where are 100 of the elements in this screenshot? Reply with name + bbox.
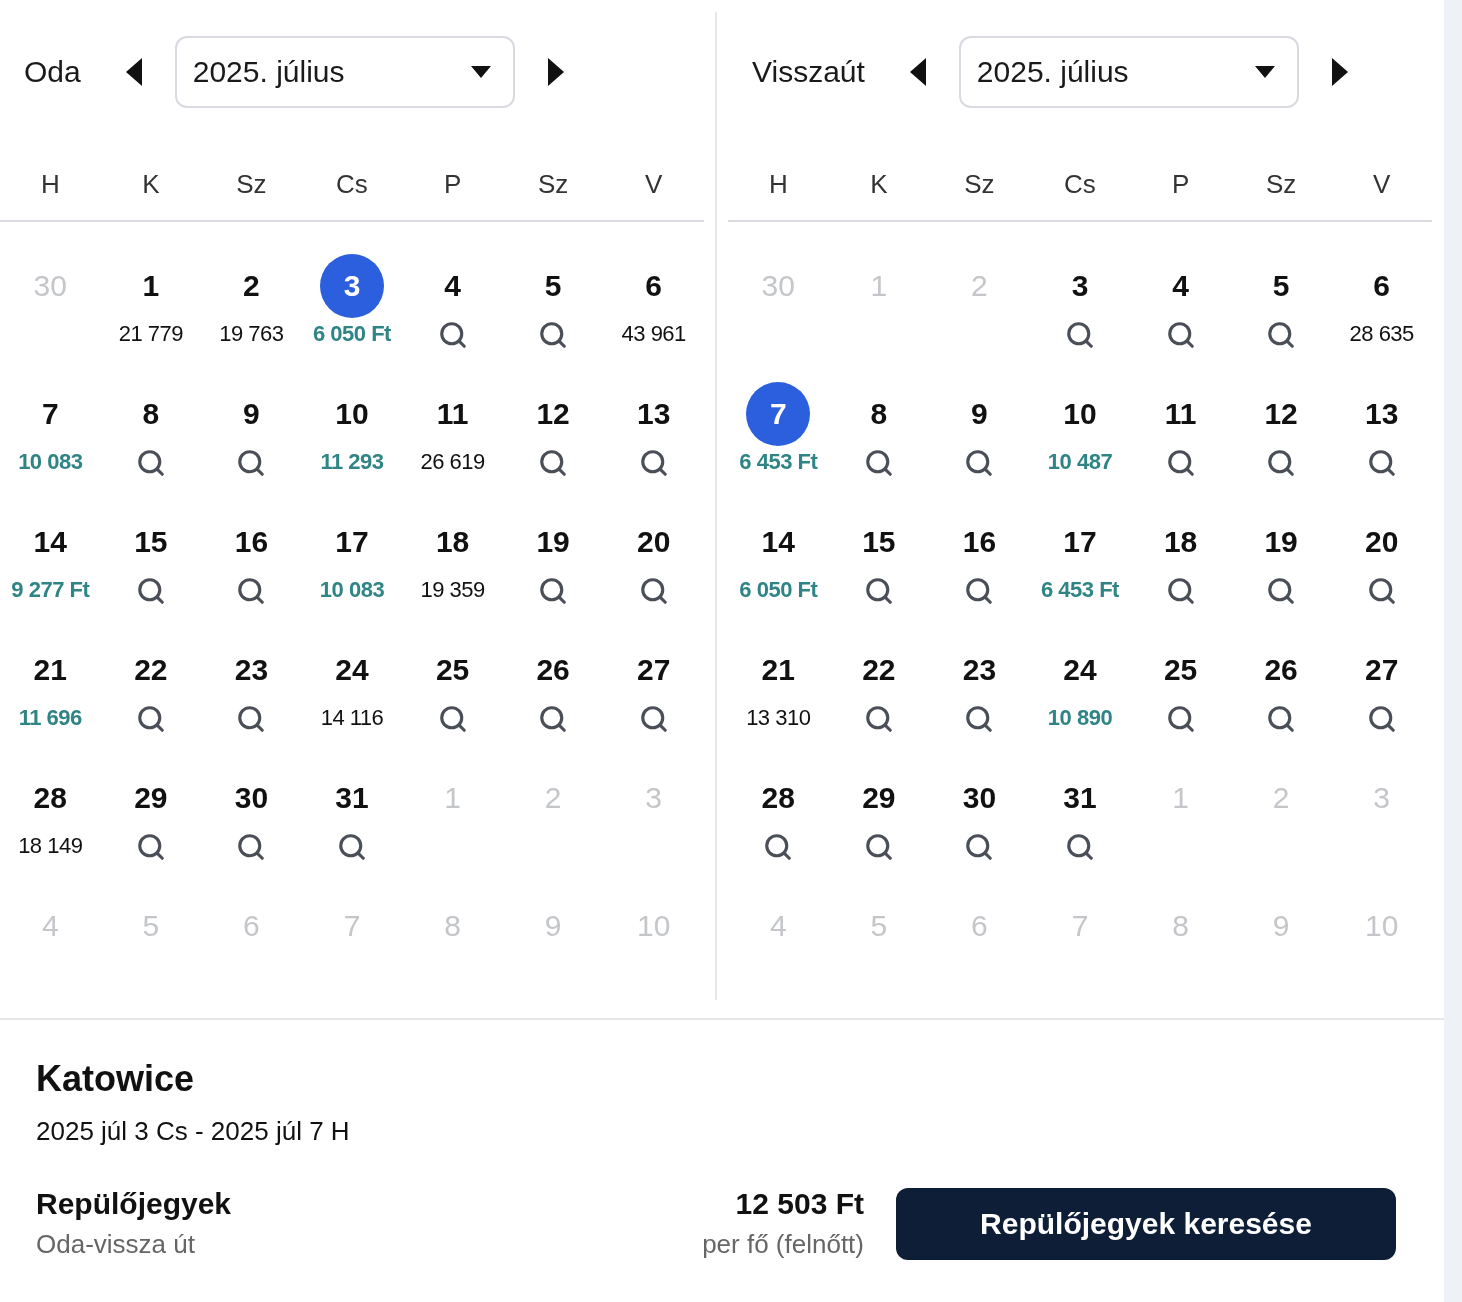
search-icon[interactable] [1065, 320, 1095, 350]
day-number[interactable]: 22 [118, 638, 183, 702]
day-number[interactable]: 30 [947, 766, 1012, 830]
day-number[interactable]: 27 [1349, 638, 1414, 702]
day-number[interactable]: 12 [1249, 382, 1314, 446]
day-number[interactable]: 14 [18, 510, 83, 574]
day-number[interactable]: 9 [947, 382, 1012, 446]
search-icon[interactable] [135, 576, 166, 606]
day-number[interactable]: 10 [1048, 382, 1112, 446]
search-icon[interactable] [863, 448, 894, 478]
day-number[interactable]: 30 [219, 766, 284, 830]
day-number[interactable]: 8 [846, 382, 911, 446]
search-icon[interactable] [236, 576, 267, 606]
day-number[interactable]: 14 [746, 510, 811, 574]
day-number[interactable]: 4 [1148, 254, 1213, 318]
day-number[interactable]: 23 [947, 638, 1012, 702]
day-number[interactable]: 8 [118, 382, 183, 446]
day-number[interactable]: 15 [846, 510, 911, 574]
search-icon[interactable] [135, 832, 166, 862]
search-icon[interactable] [236, 832, 267, 862]
day-number[interactable]: 19 [1249, 510, 1314, 574]
month-dropdown[interactable]: 2025. július [958, 36, 1299, 108]
search-flights-button[interactable]: Repülőjegyek keresése [896, 1187, 1396, 1260]
month-dropdown[interactable]: 2025. július [174, 36, 515, 108]
search-icon[interactable] [863, 576, 894, 606]
day-number[interactable]: 31 [320, 766, 384, 830]
day-number[interactable]: 29 [118, 766, 183, 830]
day-number[interactable]: 13 [1349, 382, 1414, 446]
search-icon[interactable] [538, 704, 569, 734]
search-icon[interactable] [638, 576, 669, 606]
day-number[interactable]: 18 [1148, 510, 1213, 574]
day-number[interactable]: 5 [521, 254, 586, 318]
day-number[interactable]: 3 [1048, 254, 1112, 318]
day-number[interactable]: 28 [746, 766, 811, 830]
search-icon[interactable] [964, 448, 995, 478]
day-number[interactable]: 2 [219, 254, 284, 318]
day-number[interactable]: 17 [1048, 510, 1112, 574]
day-number[interactable]: 10 [320, 382, 384, 446]
search-icon[interactable] [1266, 704, 1297, 734]
search-icon[interactable] [1165, 448, 1196, 478]
search-icon[interactable] [1366, 704, 1397, 734]
day-number[interactable]: 6 [1349, 254, 1414, 318]
search-icon[interactable] [437, 704, 468, 734]
search-icon[interactable] [638, 704, 669, 734]
search-icon[interactable] [135, 448, 166, 478]
search-icon[interactable] [964, 704, 995, 734]
search-icon[interactable] [1065, 832, 1095, 862]
search-icon[interactable] [1165, 320, 1196, 350]
day-number[interactable]: 31 [1048, 766, 1112, 830]
day-number[interactable]: 11 [420, 382, 485, 446]
search-icon[interactable] [1266, 448, 1297, 478]
search-icon[interactable] [236, 704, 267, 734]
search-icon[interactable] [964, 576, 995, 606]
day-number[interactable]: 18 [420, 510, 485, 574]
search-icon[interactable] [1366, 576, 1397, 606]
day-number[interactable]: 13 [621, 382, 686, 446]
day-number[interactable]: 11 [1148, 382, 1213, 446]
day-number[interactable]: 16 [947, 510, 1012, 574]
selected-day[interactable]: 3 [320, 254, 384, 318]
day-number[interactable]: 23 [219, 638, 284, 702]
day-number[interactable]: 4 [420, 254, 485, 318]
search-icon[interactable] [1266, 320, 1297, 350]
search-icon[interactable] [1266, 576, 1297, 606]
day-number[interactable]: 29 [846, 766, 911, 830]
search-icon[interactable] [638, 448, 669, 478]
day-number[interactable]: 17 [320, 510, 384, 574]
day-number[interactable]: 27 [621, 638, 686, 702]
day-number[interactable]: 21 [18, 638, 83, 702]
search-icon[interactable] [863, 704, 894, 734]
search-icon[interactable] [1366, 448, 1397, 478]
day-number[interactable]: 16 [219, 510, 284, 574]
day-number[interactable]: 9 [219, 382, 284, 446]
day-number[interactable]: 20 [1349, 510, 1414, 574]
search-icon[interactable] [538, 576, 569, 606]
search-icon[interactable] [863, 832, 894, 862]
search-icon[interactable] [337, 832, 367, 862]
day-number[interactable]: 25 [420, 638, 485, 702]
day-number[interactable]: 24 [320, 638, 384, 702]
day-number[interactable]: 22 [846, 638, 911, 702]
search-icon[interactable] [1165, 704, 1196, 734]
day-number[interactable]: 6 [621, 254, 686, 318]
day-number[interactable]: 21 [746, 638, 811, 702]
day-number[interactable]: 25 [1148, 638, 1213, 702]
day-number[interactable]: 12 [521, 382, 586, 446]
day-number[interactable]: 24 [1048, 638, 1112, 702]
search-icon[interactable] [538, 448, 569, 478]
search-icon[interactable] [538, 320, 569, 350]
day-number[interactable]: 19 [521, 510, 586, 574]
day-number[interactable]: 26 [521, 638, 586, 702]
day-number[interactable]: 26 [1249, 638, 1314, 702]
search-icon[interactable] [437, 320, 468, 350]
search-icon[interactable] [1165, 576, 1196, 606]
day-number[interactable]: 20 [621, 510, 686, 574]
search-icon[interactable] [135, 704, 166, 734]
day-number[interactable]: 5 [1249, 254, 1314, 318]
day-number[interactable]: 28 [18, 766, 83, 830]
day-number[interactable]: 7 [18, 382, 83, 446]
search-icon[interactable] [763, 832, 794, 862]
selected-day[interactable]: 7 [746, 382, 811, 446]
search-icon[interactable] [236, 448, 267, 478]
